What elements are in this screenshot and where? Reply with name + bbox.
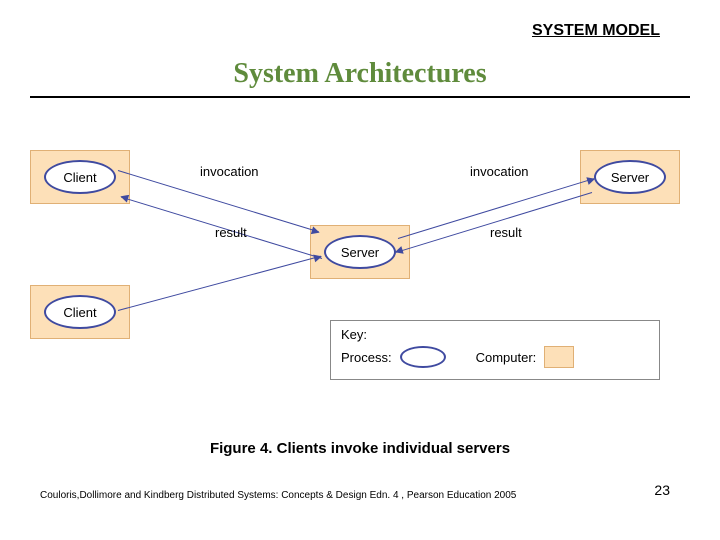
- node-label: Client: [63, 170, 96, 185]
- page-title: System Architectures: [0, 58, 720, 90]
- arrow-icon: [396, 192, 592, 253]
- arrow-icon: [118, 170, 319, 232]
- label-result: result: [215, 225, 247, 240]
- page-number: 23: [654, 482, 670, 498]
- arrow-icon: [118, 256, 321, 311]
- title-rule: [30, 96, 690, 98]
- node-label: Client: [63, 305, 96, 320]
- legend-process-label: Process:: [341, 350, 392, 365]
- ellipse-icon: [400, 346, 446, 368]
- process-client1: Client: [44, 160, 116, 194]
- figure-caption: Figure 4. Clients invoke individual serv…: [0, 440, 720, 457]
- header-label: SYSTEM MODEL: [532, 22, 660, 40]
- process-server-center: Server: [324, 235, 396, 269]
- square-icon: [544, 346, 574, 368]
- diagram: Client Client Server Server invocation r…: [30, 130, 690, 390]
- legend-computer-label: Computer:: [476, 350, 537, 365]
- label-invocation: invocation: [470, 164, 529, 179]
- citation: Couloris,Dollimore and Kindberg Distribu…: [40, 490, 516, 501]
- legend-box: Key: Process: Computer:: [330, 320, 660, 380]
- legend-title: Key:: [341, 327, 649, 342]
- node-label: Server: [611, 170, 649, 185]
- label-invocation: invocation: [200, 164, 259, 179]
- label-result: result: [490, 225, 522, 240]
- process-server-right: Server: [594, 160, 666, 194]
- node-label: Server: [341, 245, 379, 260]
- process-client2: Client: [44, 295, 116, 329]
